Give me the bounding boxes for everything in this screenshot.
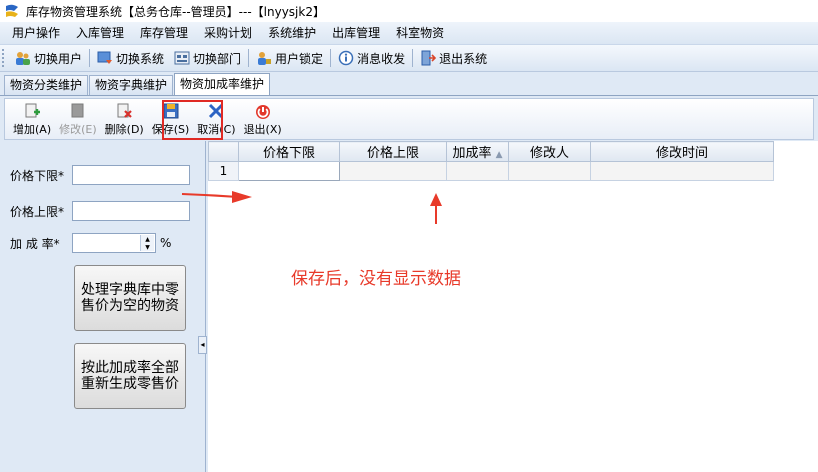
row-number: 1 — [208, 161, 239, 181]
menu-system-maintenance[interactable]: 系统维护 — [260, 22, 324, 44]
switch-department-button[interactable]: 切换部门 — [169, 50, 246, 67]
annotation-arrow-up-icon — [430, 193, 442, 224]
add-button[interactable]: 增加(A) — [9, 99, 55, 139]
info-icon — [338, 50, 354, 66]
delete-doc-icon — [117, 103, 132, 118]
user-lock-label: 用户锁定 — [275, 51, 324, 66]
switch-user-button[interactable]: 切换用户 — [10, 50, 87, 67]
spin-down-icon[interactable]: ▼ — [141, 243, 154, 251]
tab-category-maintenance[interactable]: 物资分类维护 — [4, 75, 89, 95]
data-grid-area: 价格下限 价格上限 加成率 ▲ 修改人 修改时间 1 — [208, 141, 818, 472]
col-price-lower[interactable]: 价格下限 — [238, 141, 340, 162]
users-icon — [16, 52, 30, 65]
annotation-text: 保存后，没有显示数据 — [291, 269, 461, 289]
window-title: 库存物资管理系统【总务仓库--管理员】---【lnyysjk2】 — [26, 4, 325, 19]
delete-button[interactable]: 删除(D) — [101, 99, 148, 139]
price-upper-input[interactable] — [72, 201, 190, 221]
exit-label: 退出(X) — [243, 123, 282, 136]
menu-inventory[interactable]: 库存管理 — [132, 22, 196, 44]
add-doc-icon — [25, 103, 41, 118]
toolbar-separator — [248, 49, 250, 67]
cell-modified-time[interactable] — [590, 161, 774, 181]
edit-button[interactable]: 修改(E) — [55, 99, 101, 139]
toolbar-separator — [89, 49, 91, 67]
system-toolbar: 切换用户 切换系统 切换部门 用户锁定 消息收发 退出系统 — [0, 44, 818, 72]
title-bar: 库存物资管理系统【总务仓库--管理员】---【lnyysjk2】 — [0, 0, 818, 22]
table-row[interactable]: 1 — [208, 161, 774, 181]
switch-department-label: 切换部门 — [193, 51, 242, 66]
menu-dept-supplies[interactable]: 科室物资 — [388, 22, 452, 44]
app-logo-icon — [6, 4, 18, 17]
cell-markup-rate[interactable] — [446, 161, 509, 181]
left-form-panel: 价格下限* 价格上限* 加 成 率* ▲ ▼ % 处理字典库中零售价为空的物资 … — [4, 141, 206, 472]
tab-dictionary-maintenance[interactable]: 物资字典维护 — [89, 75, 174, 95]
fix-empty-retail-price-button[interactable]: 处理字典库中零售价为空的物资 — [74, 265, 186, 331]
markup-rate-label: 加 成 率* — [10, 236, 60, 251]
delete-label: 删除(D) — [104, 123, 144, 136]
toolbar-separator — [412, 49, 414, 67]
menu-purchase-plan[interactable]: 采购计划 — [196, 22, 260, 44]
cell-price-lower[interactable] — [238, 161, 340, 181]
exit-door-icon — [421, 50, 437, 66]
menu-inbound[interactable]: 入库管理 — [68, 22, 132, 44]
cell-modifier[interactable] — [508, 161, 591, 181]
exit-system-label: 退出系统 — [439, 51, 488, 66]
col-modified-time[interactable]: 修改时间 — [590, 141, 774, 162]
edit-icon — [71, 103, 84, 118]
department-icon — [174, 51, 190, 65]
regenerate-retail-price-button[interactable]: 按此加成率全部重新生成零售价 — [74, 343, 186, 409]
switch-system-button[interactable]: 切换系统 — [92, 50, 169, 67]
power-icon — [255, 105, 270, 119]
menu-bar: 用户操作 入库管理 库存管理 采购计划 系统维护 出库管理 科室物资 — [0, 22, 818, 44]
spin-up-icon[interactable]: ▲ — [141, 235, 154, 243]
save-highlight-annotation — [162, 100, 223, 140]
price-lower-label: 价格下限* — [10, 168, 65, 183]
exit-button[interactable]: 退出(X) — [240, 99, 286, 139]
collapse-panel-arrow-icon[interactable]: ◂ — [198, 336, 207, 354]
markup-rate-row: 加 成 率* ▲ ▼ % — [10, 233, 171, 253]
price-upper-label: 价格上限* — [10, 204, 65, 219]
menu-user-ops[interactable]: 用户操作 — [4, 22, 68, 44]
percent-label: % — [160, 236, 172, 250]
user-lock-icon — [258, 52, 272, 65]
action-toolbar: 增加(A) 修改(E) 删除(D) 保存(S) 取消(C) 退出(X) — [4, 98, 814, 140]
price-upper-row: 价格上限* — [10, 201, 190, 221]
markup-rate-input[interactable]: ▲ ▼ — [72, 233, 156, 253]
menu-outbound[interactable]: 出库管理 — [324, 22, 388, 44]
exit-system-button[interactable]: 退出系统 — [415, 50, 492, 67]
markup-rate-grid: 价格下限 价格上限 加成率 ▲ 修改人 修改时间 1 — [208, 141, 774, 181]
messages-label: 消息收发 — [357, 51, 406, 66]
tab-markup-rate-maintenance[interactable]: 物资加成率维护 — [174, 73, 271, 95]
price-lower-input[interactable] — [72, 165, 190, 185]
cell-price-upper[interactable] — [339, 161, 447, 181]
annotation-arrow-right-icon — [181, 191, 252, 203]
tab-strip: 物资分类维护 物资字典维护 物资加成率维护 — [0, 73, 818, 96]
grid-corner — [208, 141, 239, 162]
toolbar-separator — [330, 49, 332, 67]
col-price-upper[interactable]: 价格上限 — [339, 141, 447, 162]
add-label: 增加(A) — [13, 123, 52, 136]
messages-button[interactable]: 消息收发 — [333, 50, 410, 67]
switch-system-label: 切换系统 — [116, 51, 165, 66]
switch-user-label: 切换用户 — [34, 51, 83, 66]
user-lock-button[interactable]: 用户锁定 — [251, 50, 328, 67]
sort-indicator-icon: ▲ — [495, 150, 503, 160]
edit-label: 修改(E) — [59, 123, 97, 136]
price-lower-row: 价格下限* — [10, 165, 190, 185]
col-markup-rate[interactable]: 加成率 ▲ — [446, 141, 509, 162]
markup-rate-spinner[interactable]: ▲ ▼ — [140, 235, 154, 251]
switch-system-icon — [97, 51, 113, 64]
col-modifier[interactable]: 修改人 — [508, 141, 591, 162]
toolbar-grip[interactable] — [2, 49, 6, 67]
